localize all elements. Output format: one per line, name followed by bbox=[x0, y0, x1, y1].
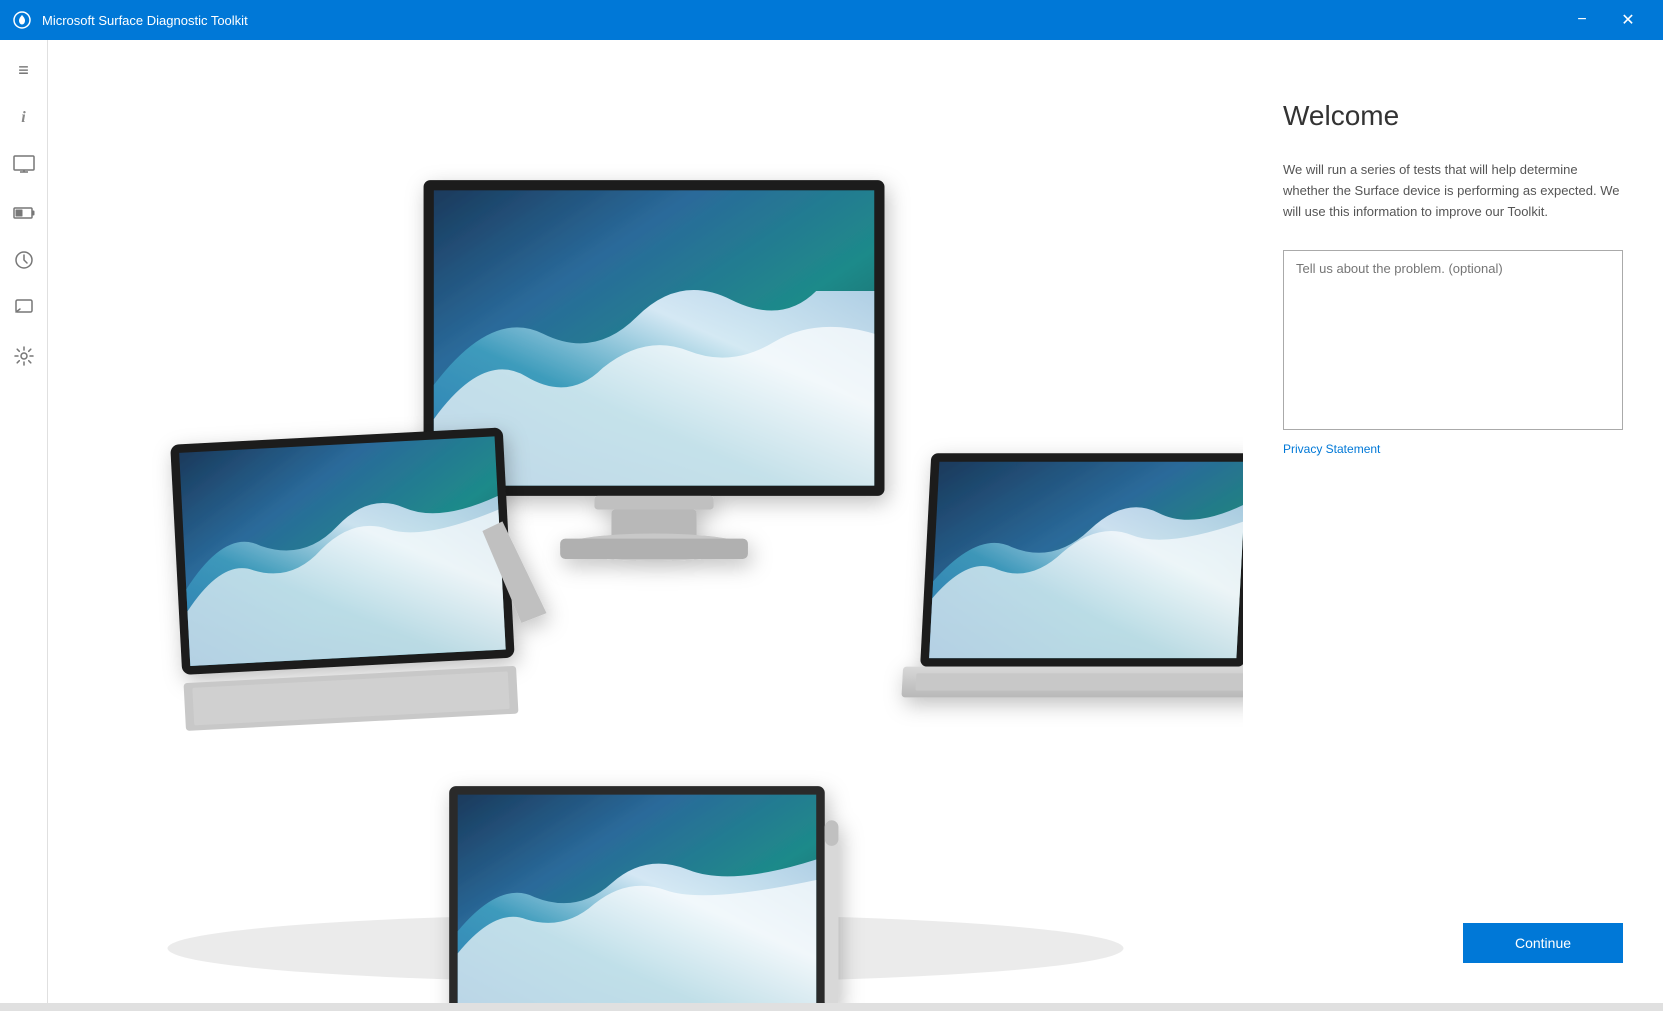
content-area: Welcome We will run a series of tests th… bbox=[48, 40, 1663, 1003]
privacy-statement-link[interactable]: Privacy Statement bbox=[1283, 442, 1623, 456]
sidebar-item-feedback[interactable] bbox=[2, 288, 46, 332]
spacer bbox=[1283, 480, 1623, 923]
app-title: Microsoft Surface Diagnostic Toolkit bbox=[42, 13, 1559, 28]
sidebar-item-menu[interactable]: ≡ bbox=[2, 48, 46, 92]
feedback-icon bbox=[14, 298, 34, 323]
main-layout: ≡ i bbox=[0, 40, 1663, 1003]
menu-icon: ≡ bbox=[18, 60, 29, 81]
info-icon: i bbox=[21, 109, 25, 127]
minimize-button[interactable]: − bbox=[1559, 0, 1605, 40]
problem-textarea[interactable] bbox=[1283, 250, 1623, 430]
sidebar-item-battery[interactable] bbox=[2, 192, 46, 236]
sidebar-item-history[interactable] bbox=[2, 240, 46, 284]
close-button[interactable]: ✕ bbox=[1605, 0, 1651, 40]
surface-pro bbox=[170, 427, 547, 675]
display-icon bbox=[13, 155, 35, 178]
type-cover bbox=[184, 666, 519, 731]
window-controls: − ✕ bbox=[1559, 0, 1651, 40]
app-window: Microsoft Surface Diagnostic Toolkit − ✕… bbox=[0, 0, 1663, 1011]
welcome-description: We will run a series of tests that will … bbox=[1283, 160, 1623, 222]
battery-icon bbox=[13, 204, 35, 225]
sidebar-item-display[interactable] bbox=[2, 144, 46, 188]
title-bar: Microsoft Surface Diagnostic Toolkit − ✕ bbox=[0, 0, 1663, 40]
surface-laptop bbox=[901, 453, 1243, 697]
sidebar-item-info[interactable]: i bbox=[2, 96, 46, 140]
settings-icon bbox=[14, 346, 34, 371]
bottom-bar bbox=[0, 1003, 1663, 1011]
sidebar-item-settings[interactable] bbox=[2, 336, 46, 380]
welcome-title: Welcome bbox=[1283, 100, 1623, 132]
surface-devices-illustration bbox=[48, 40, 1243, 1003]
right-panel: Welcome We will run a series of tests th… bbox=[1243, 40, 1663, 1003]
surface-tablet-flat bbox=[449, 786, 838, 1003]
history-icon bbox=[14, 250, 34, 275]
app-logo bbox=[12, 10, 32, 30]
continue-button[interactable]: Continue bbox=[1463, 923, 1623, 963]
device-image-area bbox=[48, 40, 1243, 1003]
sidebar: ≡ i bbox=[0, 40, 48, 1003]
